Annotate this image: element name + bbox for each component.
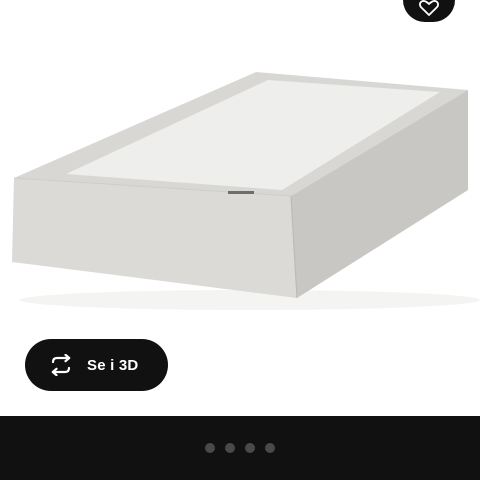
view-in-3d-label: Se i 3D [87,356,139,374]
carousel-dot[interactable] [265,443,275,453]
carousel-dot[interactable] [225,443,235,453]
heart-icon [419,0,439,16]
carousel-bar [0,416,480,480]
view-in-3d-button[interactable]: Se i 3D [25,339,168,391]
carousel-dot[interactable] [205,443,215,453]
rotate-360-icon [51,354,71,376]
carousel-dot[interactable] [245,443,255,453]
bed-front-face [12,178,297,298]
carousel-dots [200,443,280,453]
bed-label-tag [228,191,254,194]
product-image-viewer: Se i 3D [0,0,480,416]
floor-shadow [20,290,480,310]
